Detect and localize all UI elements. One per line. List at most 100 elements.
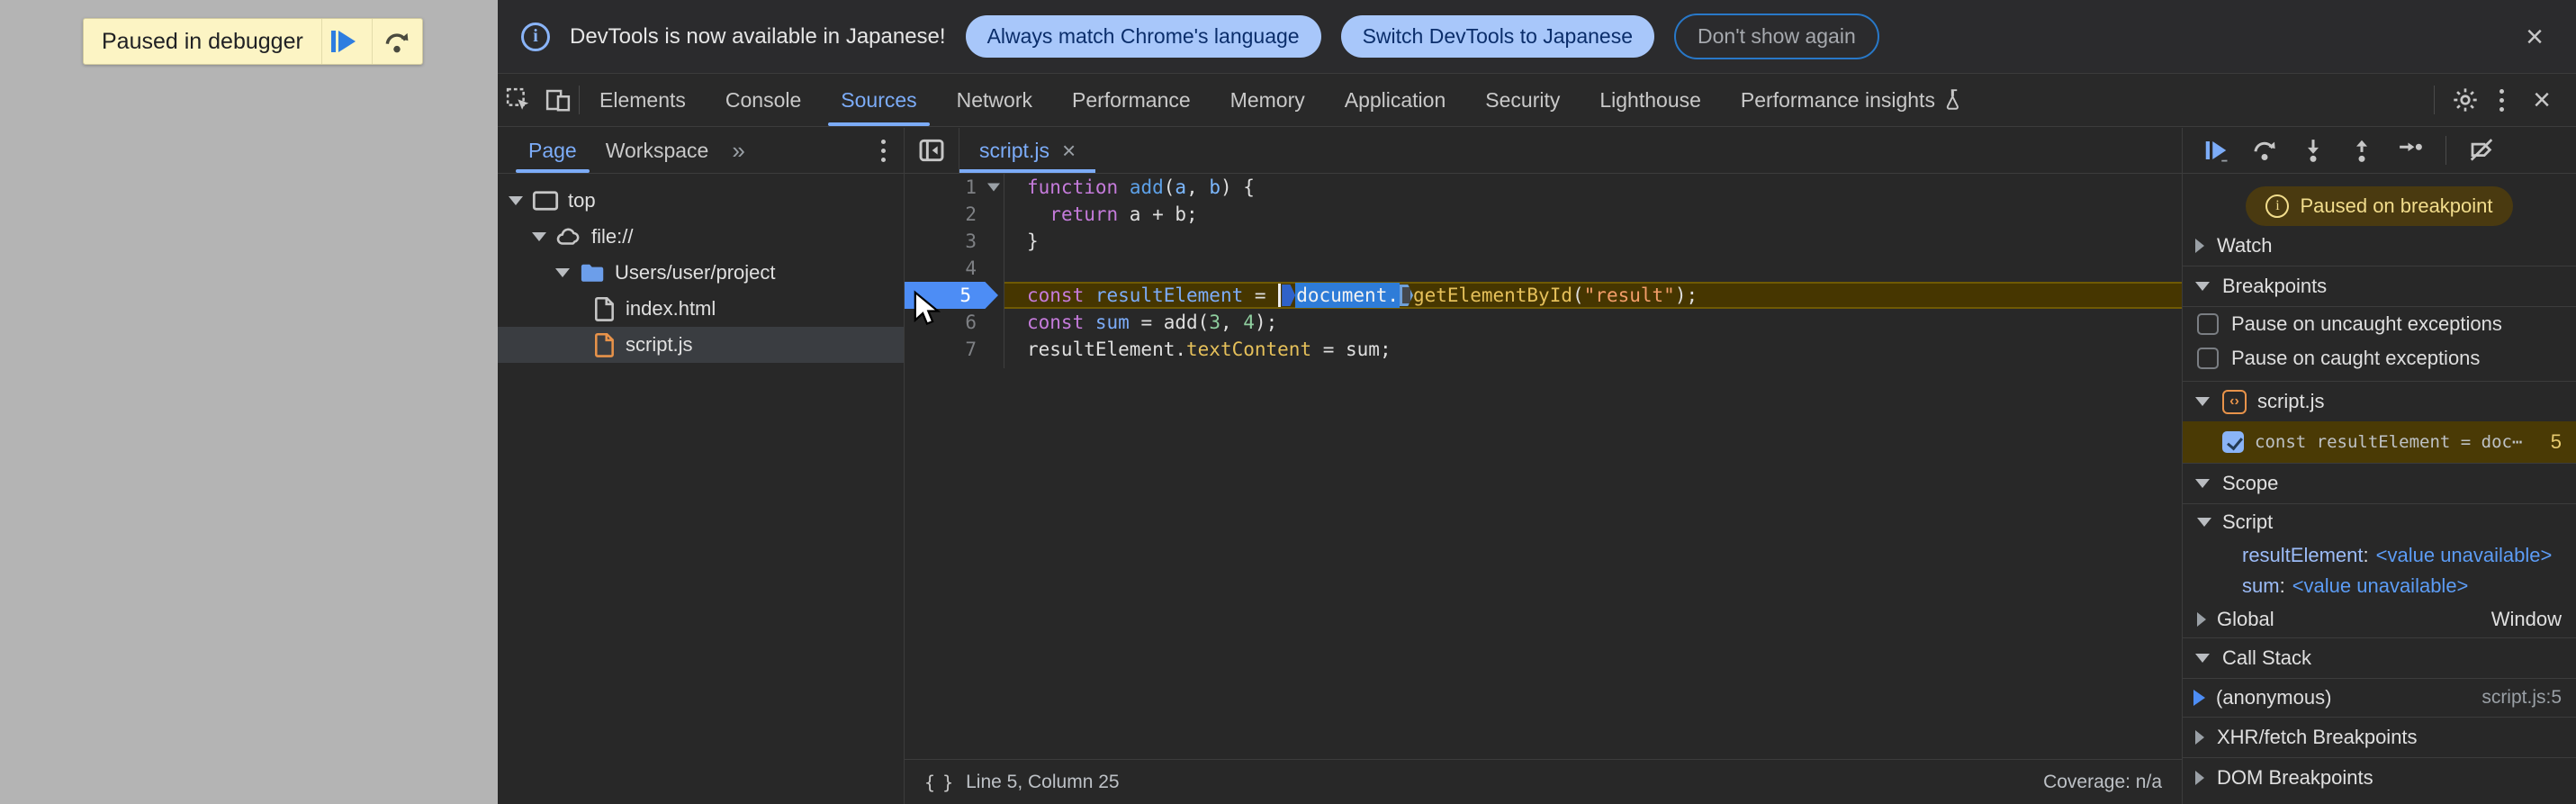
code-line-row[interactable]: 6 const sum = add(3, 4); [905, 309, 2182, 336]
switch-to-japanese-button[interactable]: Switch DevTools to Japanese [1340, 15, 1655, 58]
file-tree: top file:// Users/user/project index.htm… [498, 174, 904, 363]
code-line[interactable]: return a + b; [1004, 203, 1197, 225]
more-options-icon[interactable] [2496, 86, 2508, 115]
expand-arrow-icon[interactable] [509, 196, 523, 205]
section-call-stack[interactable]: Call Stack [2183, 638, 2576, 678]
navigator-menu-icon[interactable] [878, 136, 889, 166]
code-line[interactable]: const resultElement = document. getElemen… [1004, 283, 1698, 308]
inspect-icon[interactable] [505, 86, 532, 113]
dont-show-again-button[interactable]: Don't show again [1674, 14, 1879, 59]
cloud-icon [555, 225, 582, 248]
device-toolbar-icon[interactable] [545, 86, 572, 113]
pause-caught-exceptions-row[interactable]: Pause on caught exceptions [2183, 341, 2576, 375]
debugger-panel: i Paused on breakpoint Watch Breakpoints… [2182, 128, 2576, 804]
debugger-toolbar [2183, 128, 2576, 174]
expand-arrow-icon [2195, 282, 2210, 291]
code-area[interactable]: 1 function add(a, b) {2 return a + b; 3} 4 5… [905, 174, 2182, 759]
call-stack-frame[interactable]: (anonymous) script.js:5 [2183, 679, 2576, 717]
resume-icon [330, 31, 363, 52]
experiment-flask-icon [1944, 88, 1964, 112]
tab-sources[interactable]: Sources [821, 74, 936, 126]
line-number[interactable]: 2 [905, 201, 1004, 228]
section-watch[interactable]: Watch [2183, 226, 2576, 266]
expand-arrow-icon [2197, 518, 2211, 527]
tab-network[interactable]: Network [937, 74, 1052, 126]
checkbox-unchecked[interactable] [2197, 313, 2219, 335]
editor-status-bar: { } Line 5, Column 25 Coverage: n/a [905, 759, 2182, 804]
section-scope[interactable]: Scope [2183, 464, 2576, 503]
scope-variable-sum: sum: <value unavailable> [2242, 574, 2469, 597]
tree-item-project-folder[interactable]: Users/user/project [498, 255, 904, 291]
checkbox-unchecked[interactable] [2197, 348, 2219, 369]
editor-tab-script-js[interactable]: script.js × [959, 128, 1096, 173]
line-number[interactable]: 4 [905, 255, 1004, 282]
pretty-print-icon[interactable]: { } [924, 772, 953, 793]
code-line-row[interactable]: 1 function add(a, b) { [905, 174, 2182, 201]
breakpoint-entry[interactable]: const resultElement = doc⋯ 5 [2183, 421, 2576, 463]
tab-application[interactable]: Application [1325, 74, 1466, 126]
breakpoint-group-script-js[interactable]: ‹› script.js [2183, 382, 2576, 421]
inline-breakpoint-marker-inactive [1399, 285, 1413, 306]
folder-icon [579, 261, 606, 285]
line-number[interactable]: 1 [905, 174, 1004, 201]
code-line[interactable]: } [1004, 230, 1039, 252]
pause-uncaught-exceptions-row[interactable]: Pause on uncaught exceptions [2183, 307, 2576, 341]
tab-elements[interactable]: Elements [580, 74, 706, 126]
checkbox-checked[interactable] [2222, 431, 2244, 453]
section-xhr-breakpoints[interactable]: XHR/fetch Breakpoints [2183, 718, 2576, 757]
expand-arrow-icon[interactable] [532, 232, 546, 241]
section-breakpoints[interactable]: Breakpoints [2183, 266, 2576, 306]
tab-security[interactable]: Security [1465, 74, 1580, 126]
overlay-resume-button[interactable] [320, 19, 372, 64]
section-dom-breakpoints[interactable]: DOM Breakpoints [2183, 758, 2576, 798]
code-line[interactable]: const sum = add(3, 4); [1004, 312, 1277, 333]
tree-item-script-js[interactable]: script.js [498, 327, 904, 363]
settings-gear-icon[interactable] [2451, 86, 2480, 114]
hide-navigator-icon[interactable] [905, 128, 959, 173]
tree-item-top[interactable]: top [498, 183, 904, 219]
collapse-arrow-icon [2197, 612, 2206, 627]
step-into-button[interactable] [2300, 137, 2327, 164]
notification-close-icon[interactable]: × [2517, 22, 2553, 52]
tab-lighthouse[interactable]: Lighthouse [1580, 74, 1721, 126]
fold-arrow-icon[interactable] [987, 183, 1000, 192]
code-line[interactable]: function add(a, b) { [1004, 176, 1255, 198]
tab-close-icon[interactable]: × [1062, 139, 1076, 162]
tab-performance-insights[interactable]: Performance insights [1721, 74, 1984, 126]
step-over-button[interactable] [2251, 137, 2278, 164]
code-line-row[interactable]: 7 resultElement. textContent = sum; [905, 336, 2182, 363]
line-number[interactable]: 3 [905, 228, 1004, 255]
resume-script-button[interactable] [2202, 137, 2229, 164]
code-line[interactable]: resultElement. textContent = sum; [1004, 339, 1392, 360]
collapse-arrow-icon [2195, 239, 2204, 253]
tab-workspace[interactable]: Workspace [591, 128, 724, 173]
notification-bar: i DevTools is now available in Japanese!… [498, 0, 2576, 74]
devtools-close-icon[interactable]: × [2524, 85, 2560, 115]
code-line-row[interactable]: 3} [905, 228, 2182, 255]
js-file-icon [593, 331, 617, 358]
tree-item-index-html[interactable]: index.html [498, 291, 904, 327]
evaluated-expression-highlight: document. [1295, 283, 1400, 308]
tab-console[interactable]: Console [706, 74, 821, 126]
code-line-row[interactable]: 5 const resultElement = document. getEleme… [905, 282, 2182, 309]
deactivate-breakpoints-button[interactable] [2468, 137, 2495, 164]
divider [2445, 136, 2446, 165]
code-line-row[interactable]: 4 [905, 255, 2182, 282]
breakpoint-line-flag[interactable]: 5 [905, 282, 1004, 309]
step-out-button[interactable] [2348, 137, 2375, 164]
line-number[interactable]: 7 [905, 336, 1004, 363]
scope-script-group[interactable]: Script [2183, 504, 2576, 540]
text-caret [1278, 284, 1282, 307]
tab-memory[interactable]: Memory [1211, 74, 1325, 126]
overlay-step-over-button[interactable] [371, 19, 422, 64]
tab-performance[interactable]: Performance [1052, 74, 1211, 126]
always-match-language-button[interactable]: Always match Chrome's language [965, 15, 1321, 58]
step-button[interactable] [2397, 137, 2424, 164]
expand-arrow-icon[interactable] [555, 268, 570, 277]
scope-global-group[interactable]: Global Window [2183, 601, 2576, 637]
line-number[interactable]: 6 [905, 309, 1004, 336]
more-tabs-icon[interactable]: » [723, 128, 753, 173]
code-line-row[interactable]: 2 return a + b; [905, 201, 2182, 228]
tab-page[interactable]: Page [514, 128, 591, 173]
tree-item-file-protocol[interactable]: file:// [498, 219, 904, 255]
